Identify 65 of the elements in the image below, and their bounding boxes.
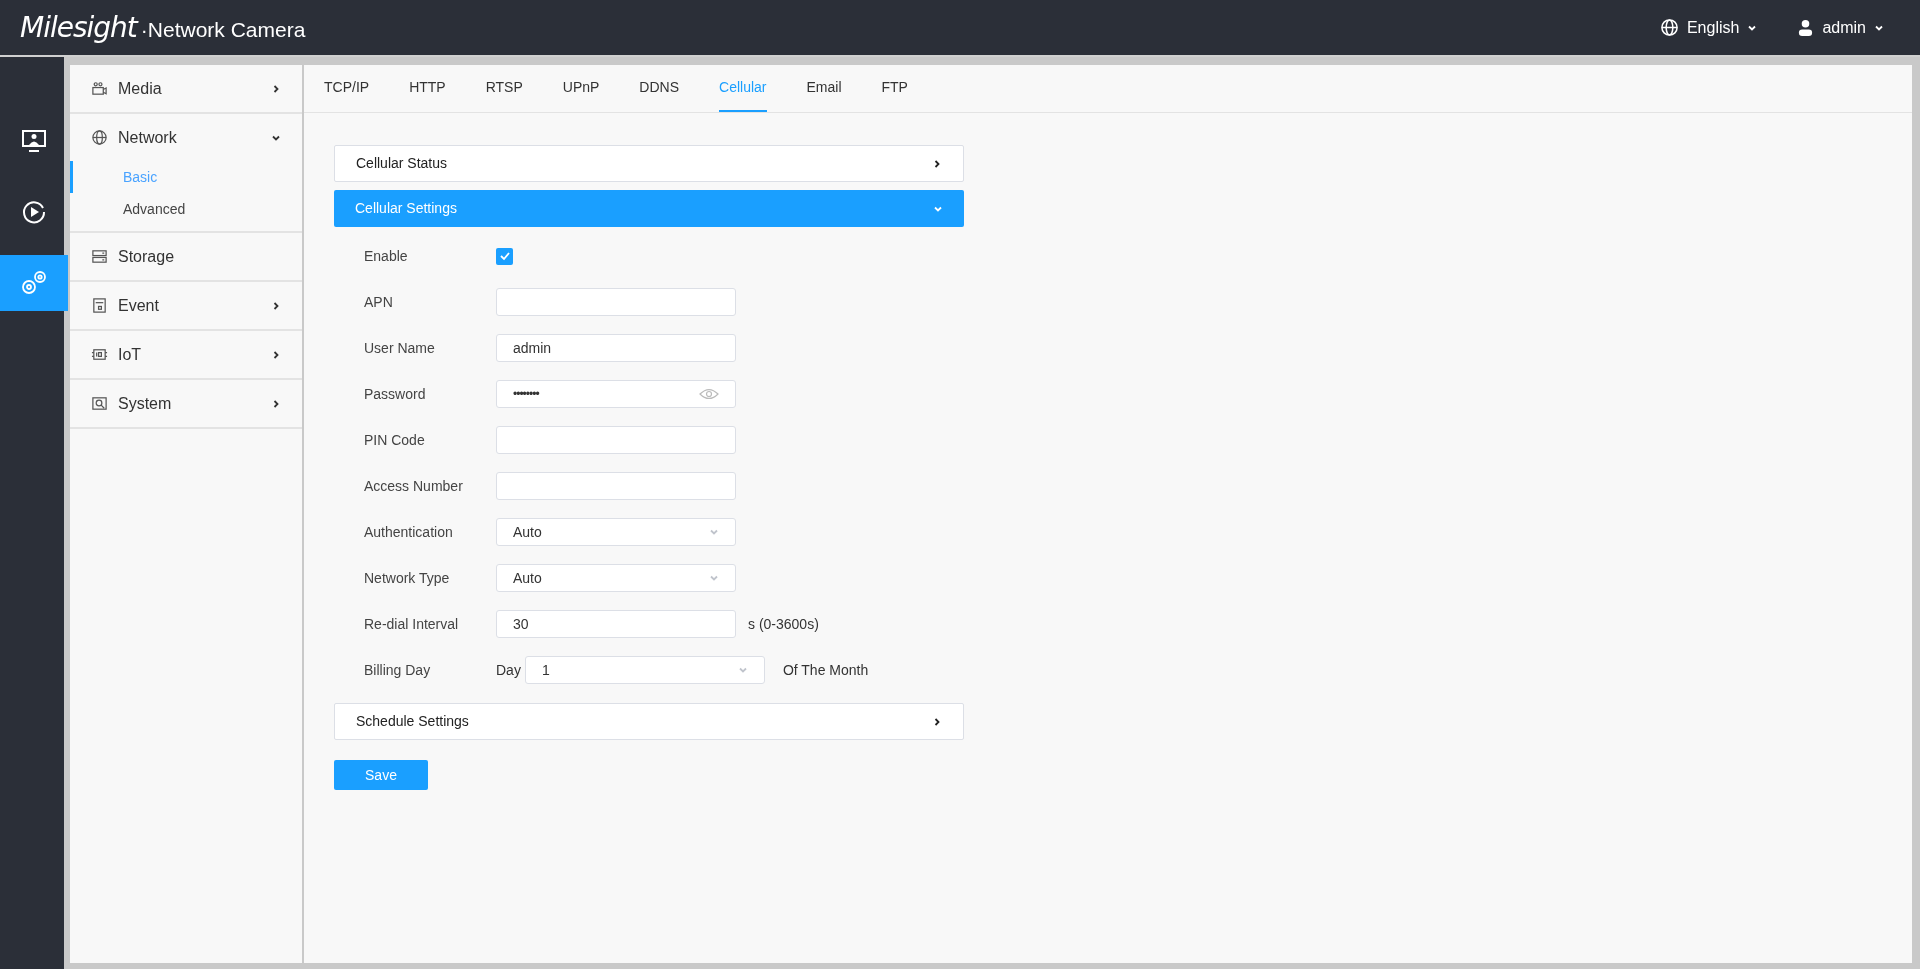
user-menu[interactable]: admin <box>1797 15 1884 40</box>
prefix-text: Day <box>496 660 521 680</box>
submenu-item[interactable]: Advanced <box>70 193 302 225</box>
tab[interactable]: FTP <box>881 65 908 112</box>
event-icon <box>91 297 108 314</box>
product-title: ·Network Camera <box>140 16 306 43</box>
system-icon <box>91 395 108 412</box>
field-label: Re-dial Interval <box>364 614 460 634</box>
text-input-field[interactable] <box>496 472 736 500</box>
eye-icon[interactable] <box>699 388 719 400</box>
chip-icon <box>91 346 108 363</box>
sidebar-item[interactable]: Storage <box>70 233 302 280</box>
sidebar-item[interactable]: Media <box>70 65 302 112</box>
camera-icon <box>91 80 108 97</box>
tab[interactable]: RTSP <box>485 65 523 112</box>
text-input-field[interactable]: 30 <box>496 610 736 638</box>
playback-icon <box>21 199 47 225</box>
dropdown-select[interactable]: Auto <box>496 518 736 546</box>
password-field[interactable]: •••••••• <box>496 380 736 408</box>
chevron-right-icon <box>932 158 942 169</box>
text-input-field[interactable]: admin <box>496 334 736 362</box>
field-label: Billing Day <box>364 660 432 680</box>
sidebar-item[interactable]: IoT <box>70 331 302 378</box>
user-icon <box>1797 19 1815 36</box>
tab[interactable]: Email <box>806 65 842 112</box>
field-label: Network Type <box>364 568 451 588</box>
section-header[interactable]: Schedule Settings <box>334 703 964 740</box>
dropdown-select[interactable]: Auto <box>496 564 736 592</box>
chevron-down-icon <box>737 665 748 675</box>
storage-icon <box>91 248 108 265</box>
chevron-right-icon <box>271 349 281 360</box>
globe-icon <box>1659 18 1679 37</box>
suffix-text: Of The Month <box>782 660 869 680</box>
chevron-right-icon <box>932 716 942 727</box>
tab[interactable]: HTTP <box>409 65 446 112</box>
chevron-right-icon <box>271 83 281 94</box>
field-label: APN <box>364 292 394 312</box>
field-label: Access Number <box>364 476 464 496</box>
tab[interactable]: DDNS <box>639 65 680 112</box>
monitor-icon <box>21 128 47 154</box>
globe-icon <box>91 129 108 146</box>
text-input-field[interactable] <box>496 426 736 454</box>
field-label: Enable <box>364 246 409 266</box>
section-header[interactable]: Cellular Status <box>334 145 964 182</box>
unit-text: s (0-3600s) <box>748 614 819 634</box>
chevron-down-icon <box>709 573 719 583</box>
sidebar-item[interactable]: Event <box>70 282 302 329</box>
field-label: Password <box>364 384 427 404</box>
dropdown-select[interactable]: 1 <box>524 656 765 684</box>
field-label: User Name <box>364 338 436 358</box>
brand-logo: Milesight <box>20 9 137 46</box>
enable-checkbox[interactable] <box>496 247 513 265</box>
tab[interactable]: TCP/IP <box>324 65 370 112</box>
language-menu[interactable]: English <box>1659 15 1758 40</box>
text-input-field[interactable] <box>496 288 736 316</box>
field-label: Authentication <box>364 522 454 542</box>
sidebar-item[interactable]: System <box>70 380 302 427</box>
chevron-down-icon <box>709 527 719 537</box>
chevron-right-icon <box>271 398 281 409</box>
checkmark-icon <box>498 250 511 262</box>
sidebar-item[interactable]: Network <box>70 114 302 161</box>
tab[interactable]: UPnP <box>562 65 600 112</box>
settings-icon <box>20 269 48 297</box>
field-label: PIN Code <box>364 430 426 450</box>
chevron-right-icon <box>271 300 281 311</box>
